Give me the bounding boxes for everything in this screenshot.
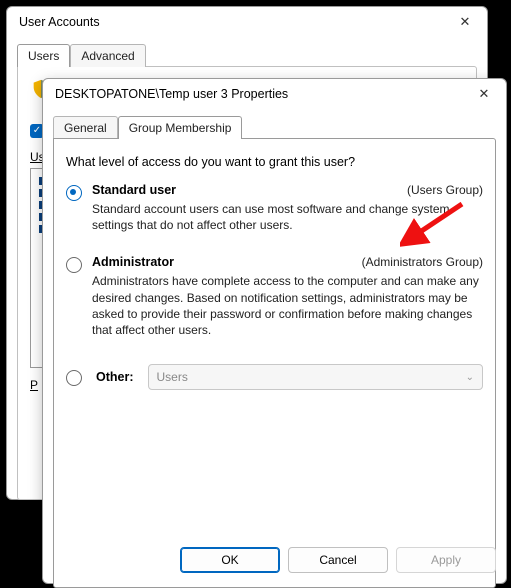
tab-general[interactable]: General [53, 116, 118, 139]
titlebar: DESKTOPATONE\Temp user 3 Properties ✕ [43, 79, 506, 109]
option-group: (Administrators Group) [362, 255, 483, 269]
close-icon[interactable]: ✕ [470, 83, 498, 105]
cancel-button[interactable]: Cancel [288, 547, 388, 573]
radio-standard[interactable] [66, 185, 82, 201]
ok-button[interactable]: OK [180, 547, 280, 573]
tab-advanced[interactable]: Advanced [70, 44, 145, 67]
combo-value: Users [157, 370, 188, 384]
properties-label: P [30, 378, 38, 392]
dialog-buttons: OK Cancel Apply [180, 547, 496, 573]
apply-button[interactable]: Apply [396, 547, 496, 573]
tab-group-membership[interactable]: Group Membership [118, 116, 243, 139]
window-title: DESKTOPATONE\Temp user 3 Properties [55, 87, 470, 101]
option-title: Standard user [92, 183, 176, 197]
tab-users[interactable]: Users [17, 44, 70, 67]
option-group: (Users Group) [407, 183, 483, 197]
window-title: User Accounts [19, 15, 451, 29]
other-group-combo[interactable]: Users ⌄ [148, 364, 484, 390]
option-standard-user[interactable]: Standard user (Users Group) Standard acc… [66, 183, 483, 233]
close-icon[interactable]: ✕ [451, 11, 479, 33]
option-administrator[interactable]: Administrator (Administrators Group) Adm… [66, 255, 483, 338]
option-title: Administrator [92, 255, 174, 269]
option-description: Administrators have complete access to t… [92, 273, 483, 338]
radio-other[interactable] [66, 370, 82, 386]
prompt-text: What level of access do you want to gran… [66, 155, 483, 169]
properties-window: DESKTOPATONE\Temp user 3 Properties ✕ Ge… [42, 78, 507, 584]
option-description: Standard account users can use most soft… [92, 201, 483, 233]
option-title: Other: [96, 370, 134, 384]
option-other[interactable]: Other: Users ⌄ [66, 364, 483, 390]
radio-administrator[interactable] [66, 257, 82, 273]
titlebar: User Accounts ✕ [7, 7, 487, 37]
tab-strip: General Group Membership [53, 115, 496, 138]
tab-panel: What level of access do you want to gran… [53, 138, 496, 588]
tab-strip: Users Advanced [17, 43, 477, 66]
chevron-down-icon: ⌄ [466, 372, 474, 383]
